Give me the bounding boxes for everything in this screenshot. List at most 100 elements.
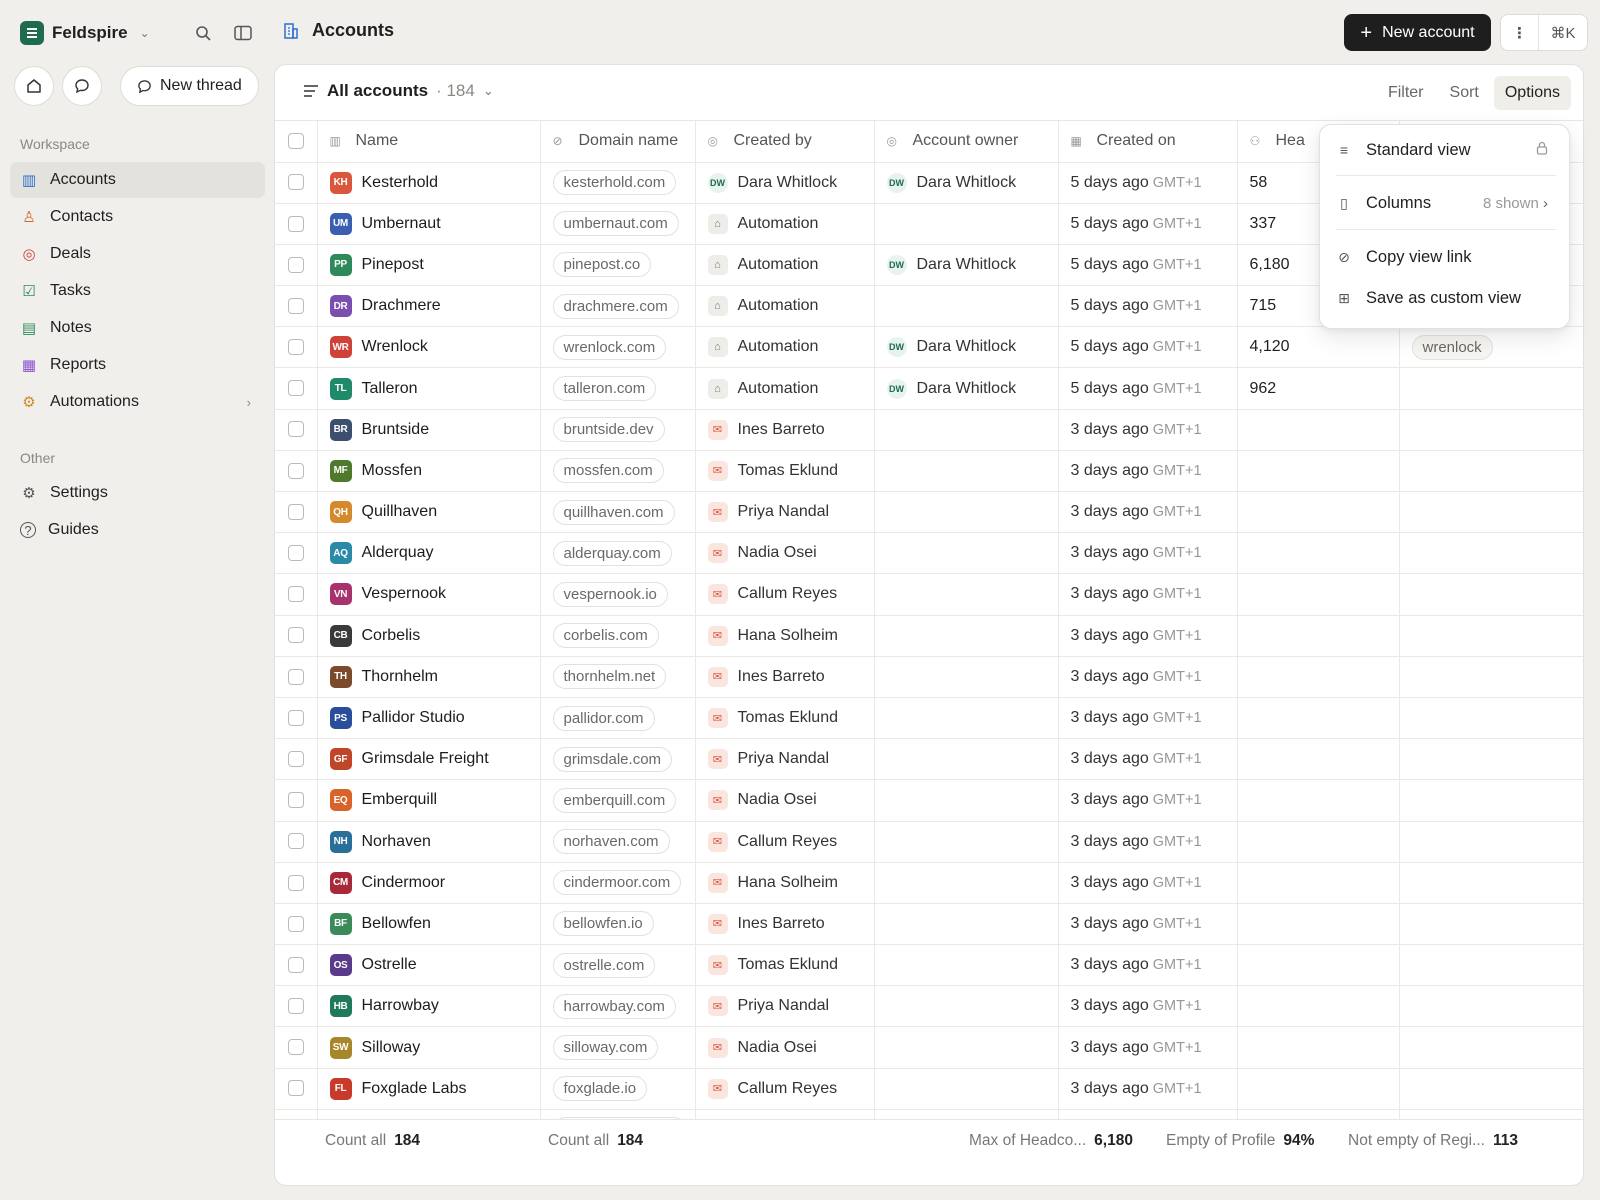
- owner-cell[interactable]: [874, 573, 1059, 616]
- table-row[interactable]: TL Talleron talleron.com ⌂ Automation DW Dara …: [275, 367, 1583, 410]
- domain-chip[interactable]: mossfen.com: [552, 458, 664, 484]
- domain-cell[interactable]: silloway.com: [540, 1026, 696, 1069]
- column-header-name[interactable]: ▥ Name: [317, 121, 541, 163]
- extra-cell[interactable]: [1399, 491, 1583, 534]
- created-on-cell[interactable]: 5 days ago GMT+1: [1058, 162, 1238, 204]
- domain-cell[interactable]: harrowbay.com: [540, 985, 696, 1028]
- table-row[interactable]: SW Silloway silloway.com ✉ Nadia Osei 3 days …: [275, 1026, 1583, 1069]
- domain-cell[interactable]: umbernaut.com: [540, 203, 696, 245]
- row-checkbox[interactable]: [287, 503, 304, 520]
- row-checkbox[interactable]: [287, 627, 304, 644]
- name-cell[interactable]: WR Wrenlock: [317, 326, 541, 369]
- created-by-cell[interactable]: ✉ Callum Reyes: [695, 573, 875, 616]
- created-by-cell[interactable]: ⌂ Automation: [695, 367, 875, 410]
- domain-chip[interactable]: alderquay.com: [552, 540, 672, 566]
- home-button[interactable]: [14, 66, 54, 106]
- created-by-cell[interactable]: ✉ Nadia Osei: [695, 1026, 875, 1069]
- domain-chip[interactable]: talleron.com: [552, 376, 657, 402]
- name-cell[interactable]: KH Kesterhold: [317, 162, 541, 204]
- created-by-cell[interactable]: ✉ Nadia Osei: [695, 779, 875, 822]
- created-on-cell[interactable]: 3 days agoGMT+1: [1058, 409, 1238, 451]
- sidebar-item-tasks[interactable]: ☑ Tasks: [10, 273, 265, 309]
- footer-count-domain[interactable]: Count all 184: [548, 1132, 643, 1150]
- name-cell[interactable]: BF Bellowfen: [317, 903, 541, 946]
- headcount-cell[interactable]: [1237, 985, 1400, 1028]
- created-on-cell[interactable]: 3 days agoGMT+1: [1058, 491, 1238, 534]
- headcount-cell[interactable]: [1237, 573, 1400, 616]
- new-thread-button[interactable]: New thread: [120, 66, 259, 106]
- domain-chip[interactable]: foxglade.io: [552, 1076, 648, 1102]
- table-row[interactable]: QH Quillhaven quillhaven.com ✉ Priya Nandal 3…: [275, 491, 1583, 534]
- domain-cell[interactable]: thornhelm.net: [540, 656, 696, 698]
- name-cell[interactable]: TL Talleron: [317, 367, 541, 410]
- table-row[interactable]: BF Bellowfen bellowfen.io ✉ Ines Barreto 3 da…: [275, 903, 1583, 946]
- domain-chip[interactable]: vespernook.io: [552, 581, 668, 607]
- domain-chip[interactable]: emberquill.com: [552, 787, 677, 813]
- name-cell[interactable]: VN Vespernook: [317, 573, 541, 616]
- domain-cell[interactable]: foxglade.io: [540, 1068, 696, 1110]
- created-by-cell[interactable]: ⌂ Automation: [695, 285, 875, 328]
- table-row[interactable]: EQ Emberquill emberquill.com ✉ Nadia Osei 3 d…: [275, 779, 1583, 822]
- name-cell[interactable]: UM Umbernaut: [317, 203, 541, 245]
- name-cell[interactable]: OS Ostrelle: [317, 944, 541, 987]
- created-by-cell[interactable]: ✉ Priya Nandal: [695, 491, 875, 534]
- table-row[interactable]: CB Corbelis corbelis.com ✉ Hana Solheim 3 day…: [275, 615, 1583, 657]
- domain-chip[interactable]: corbelis.com: [552, 623, 659, 649]
- domain-cell[interactable]: kesterhold.com: [540, 162, 696, 204]
- headcount-cell[interactable]: 4,120: [1237, 326, 1400, 369]
- name-cell[interactable]: FL Foxglade Labs: [317, 1068, 541, 1110]
- created-on-cell[interactable]: 3 days agoGMT+1: [1058, 573, 1238, 616]
- headcount-cell[interactable]: [1237, 1068, 1400, 1110]
- created-on-cell[interactable]: 3 days agoGMT+1: [1058, 697, 1238, 740]
- created-on-cell[interactable]: 3 days agoGMT+1: [1058, 532, 1238, 575]
- headcount-cell[interactable]: [1237, 944, 1400, 987]
- footer-count-name[interactable]: Count all 184: [325, 1132, 420, 1150]
- created-by-cell[interactable]: ✉ Nadia Osei: [695, 532, 875, 575]
- extra-cell[interactable]: [1399, 450, 1583, 493]
- owner-cell[interactable]: [874, 738, 1059, 781]
- created-on-cell[interactable]: 3 days agoGMT+1: [1058, 903, 1238, 946]
- domain-chip[interactable]: thornhelm.net: [552, 664, 667, 690]
- name-cell[interactable]: TH Thornhelm: [317, 656, 541, 698]
- created-on-cell[interactable]: 5 days ago GMT+1: [1058, 203, 1238, 245]
- row-checkbox[interactable]: [287, 1039, 304, 1056]
- row-checkbox[interactable]: [287, 792, 304, 809]
- extra-cell[interactable]: [1399, 1068, 1583, 1110]
- table-row[interactable]: VN Vespernook vespernook.io ✉ Callum Reyes 3 …: [275, 573, 1583, 616]
- created-by-cell[interactable]: ⌂ Automation: [695, 203, 875, 245]
- standard-view-item[interactable]: ≡ Standard view: [1336, 135, 1556, 165]
- created-by-cell[interactable]: ⌂ Automation: [695, 244, 875, 287]
- sidebar-item-contacts[interactable]: ♙ Contacts: [10, 199, 265, 235]
- domain-chip[interactable]: wrenlock.com: [552, 334, 667, 360]
- created-on-cell[interactable]: 3 days agoGMT+1: [1058, 656, 1238, 698]
- owner-cell[interactable]: [874, 409, 1059, 451]
- domain-chip[interactable]: kesterhold.com: [552, 170, 677, 196]
- row-checkbox[interactable]: [287, 915, 304, 932]
- created-on-cell[interactable]: 5 days ago GMT+1: [1058, 244, 1238, 287]
- footer-max-headcount[interactable]: Max of Headco... 6,180: [969, 1132, 1133, 1150]
- table-row[interactable]: OS Ostrelle ostrelle.com ✉ Tomas Eklund 3 day…: [275, 944, 1583, 987]
- domain-cell[interactable]: alderquay.com: [540, 532, 696, 575]
- owner-value[interactable]: DW Dara Whitlock: [886, 254, 1046, 275]
- created-on-cell[interactable]: 3 days agoGMT+1: [1058, 1068, 1238, 1110]
- created-on-cell[interactable]: 5 days ago GMT+1: [1058, 367, 1238, 410]
- columns-item[interactable]: ▯ Columns 8 shown ›: [1336, 188, 1556, 218]
- created-on-cell[interactable]: 3 days agoGMT+1: [1058, 944, 1238, 987]
- created-on-cell[interactable]: 3 days agoGMT+1: [1058, 450, 1238, 493]
- table-row[interactable]: AQ Alderquay alderquay.com ✉ Nadia Osei 3 day…: [275, 532, 1583, 575]
- headcount-cell[interactable]: [1237, 409, 1400, 451]
- created-by-cell[interactable]: ⌂ Automation: [695, 326, 875, 369]
- created-on-cell[interactable]: 3 days agoGMT+1: [1058, 821, 1238, 863]
- created-by-cell[interactable]: ✉ Ines Barreto: [695, 656, 875, 698]
- headcount-cell[interactable]: [1237, 862, 1400, 904]
- sidebar-item-deals[interactable]: ◎ Deals: [10, 236, 265, 272]
- row-checkbox[interactable]: [287, 297, 304, 314]
- table-row[interactable]: WR Wrenlock wrenlock.com ⌂ Automation DW Dara …: [275, 326, 1583, 369]
- headcount-cell[interactable]: [1237, 821, 1400, 863]
- domain-cell[interactable]: bruntside.dev: [540, 409, 696, 451]
- extra-cell[interactable]: [1399, 697, 1583, 740]
- headcount-cell[interactable]: [1237, 738, 1400, 781]
- table-row[interactable]: TH Thornhelm thornhelm.net ✉ Ines Barreto 3 d…: [275, 656, 1583, 698]
- created-by-cell[interactable]: ✉ Priya Nandal: [695, 738, 875, 781]
- extra-cell[interactable]: [1399, 779, 1583, 822]
